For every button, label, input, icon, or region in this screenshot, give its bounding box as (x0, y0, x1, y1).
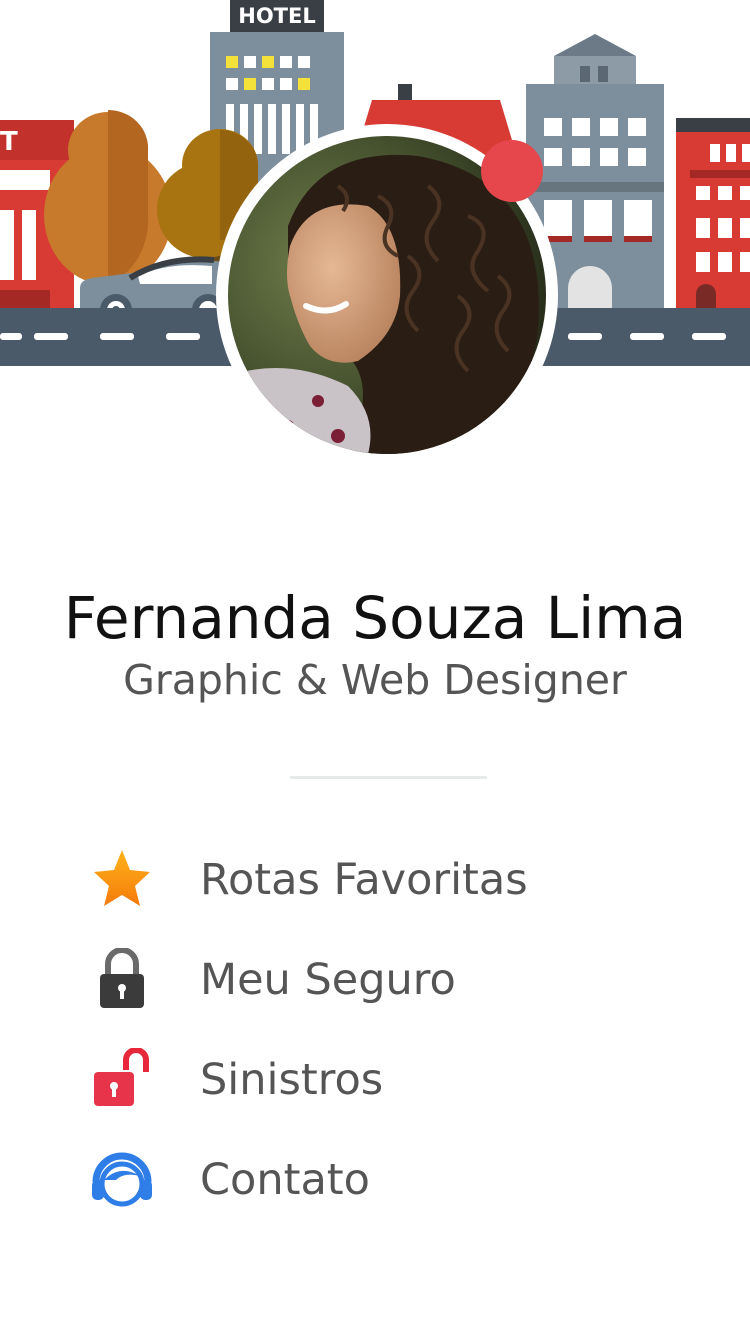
menu-item-rotas-favoritas[interactable]: Rotas Favoritas (0, 848, 750, 938)
lock-open-icon (90, 1047, 154, 1112)
menu-item-label: Rotas Favoritas (200, 855, 528, 905)
star-icon (90, 848, 154, 912)
menu-item-label: Contato (200, 1155, 370, 1205)
status-indicator (481, 140, 543, 202)
menu-item-contato[interactable]: Contato (0, 1148, 750, 1238)
menu-item-label: Sinistros (200, 1055, 384, 1105)
menu-item-sinistros[interactable]: Sinistros (0, 1047, 750, 1138)
section-divider (290, 776, 487, 779)
hotel-sign-text: HOTEL (238, 4, 315, 28)
headset-icon (90, 1148, 154, 1212)
shop-sign-text: T (0, 127, 18, 157)
menu-item-label: Meu Seguro (200, 955, 456, 1005)
profile-name: Fernanda Souza Lima (63, 584, 687, 652)
menu-item-meu-seguro[interactable]: Meu Seguro (0, 947, 750, 1038)
profile-role: Graphic & Web Designer (123, 656, 627, 704)
lock-closed-icon (90, 947, 154, 1012)
